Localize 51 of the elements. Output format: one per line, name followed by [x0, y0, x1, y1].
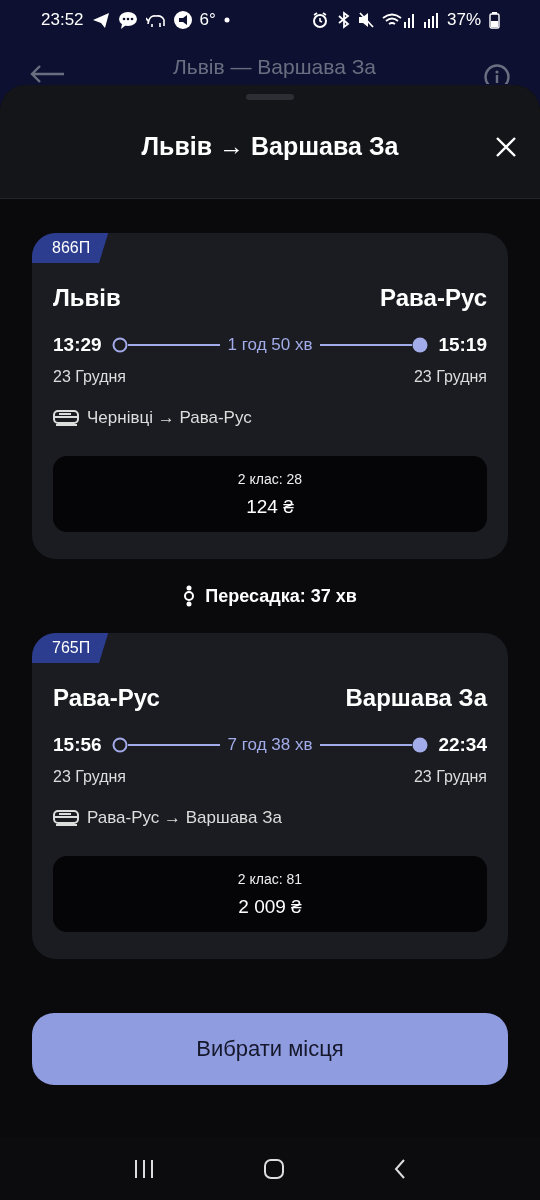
screen-title: Львів — Варшава За	[171, 54, 378, 79]
trip-duration: 1 год 50 хв	[227, 335, 313, 355]
info-icon[interactable]	[484, 64, 510, 84]
muted-icon	[357, 11, 374, 29]
temperature-text: 6°	[199, 10, 216, 30]
chat-icon	[117, 11, 138, 29]
clock-time: 23:52	[41, 10, 84, 30]
price-panel[interactable]: 2 клас: 81 2 009 ₴	[53, 856, 487, 932]
arrival-date: 23 Грудня	[413, 368, 487, 386]
home-icon[interactable]	[263, 1158, 285, 1180]
wifi-signal-icon	[381, 12, 415, 28]
train-number-badge: 765П	[32, 633, 109, 663]
departure-city: Рава-Рус	[53, 684, 160, 712]
arrival-city: Варшава За	[345, 684, 487, 712]
transfer-time: Пересадка: 37 хв	[205, 585, 357, 607]
signal-icon	[422, 12, 439, 28]
price-panel[interactable]: 2 клас: 28 124 ₴	[53, 456, 487, 532]
train-icon	[53, 809, 79, 827]
train-route: Чернівці → Рава-Рус	[87, 408, 252, 428]
departure-city: Львів	[53, 284, 121, 312]
send-icon	[91, 11, 110, 29]
close-button[interactable]	[494, 135, 518, 159]
trip-duration: 7 год 38 хв	[227, 735, 313, 755]
back-arrow-icon[interactable]	[30, 64, 65, 84]
sheet-title: Львів → Варшава За	[140, 132, 400, 161]
battery-percent: 37%	[446, 10, 481, 30]
alarm-icon	[311, 12, 328, 28]
seat-class-text: 2 клас: 81	[237, 870, 303, 887]
train-number-badge: 866П	[32, 233, 109, 263]
ticket-price: 124 ₴	[246, 495, 294, 518]
arrival-time: 15:19	[438, 334, 487, 356]
megaphone-icon	[173, 11, 192, 29]
departure-time: 15:56	[53, 734, 102, 756]
battery-icon	[489, 11, 500, 29]
departure-date: 23 Грудня	[53, 368, 127, 386]
ticket-price: 2 009 ₴	[238, 895, 302, 918]
transfer-icon	[183, 585, 196, 607]
close-icon	[494, 135, 518, 159]
departure-time: 13:29	[53, 334, 102, 356]
drag-handle[interactable]	[246, 94, 294, 100]
arrival-date: 23 Грудня	[413, 768, 487, 786]
train-route: Рава-Рус → Варшава За	[87, 808, 282, 828]
arrival-city: Рава-Рус	[380, 284, 487, 312]
train-icon	[53, 409, 79, 427]
back-icon[interactable]	[393, 1159, 406, 1179]
recent-apps-icon[interactable]	[134, 1159, 155, 1179]
arrival-time: 22:34	[438, 734, 487, 756]
departure-date: 23 Грудня	[53, 768, 127, 786]
seat-class-text: 2 клас: 28	[237, 470, 303, 487]
choose-seats-button[interactable]: Вибрати місця	[32, 1013, 508, 1085]
dot-icon	[223, 17, 230, 23]
